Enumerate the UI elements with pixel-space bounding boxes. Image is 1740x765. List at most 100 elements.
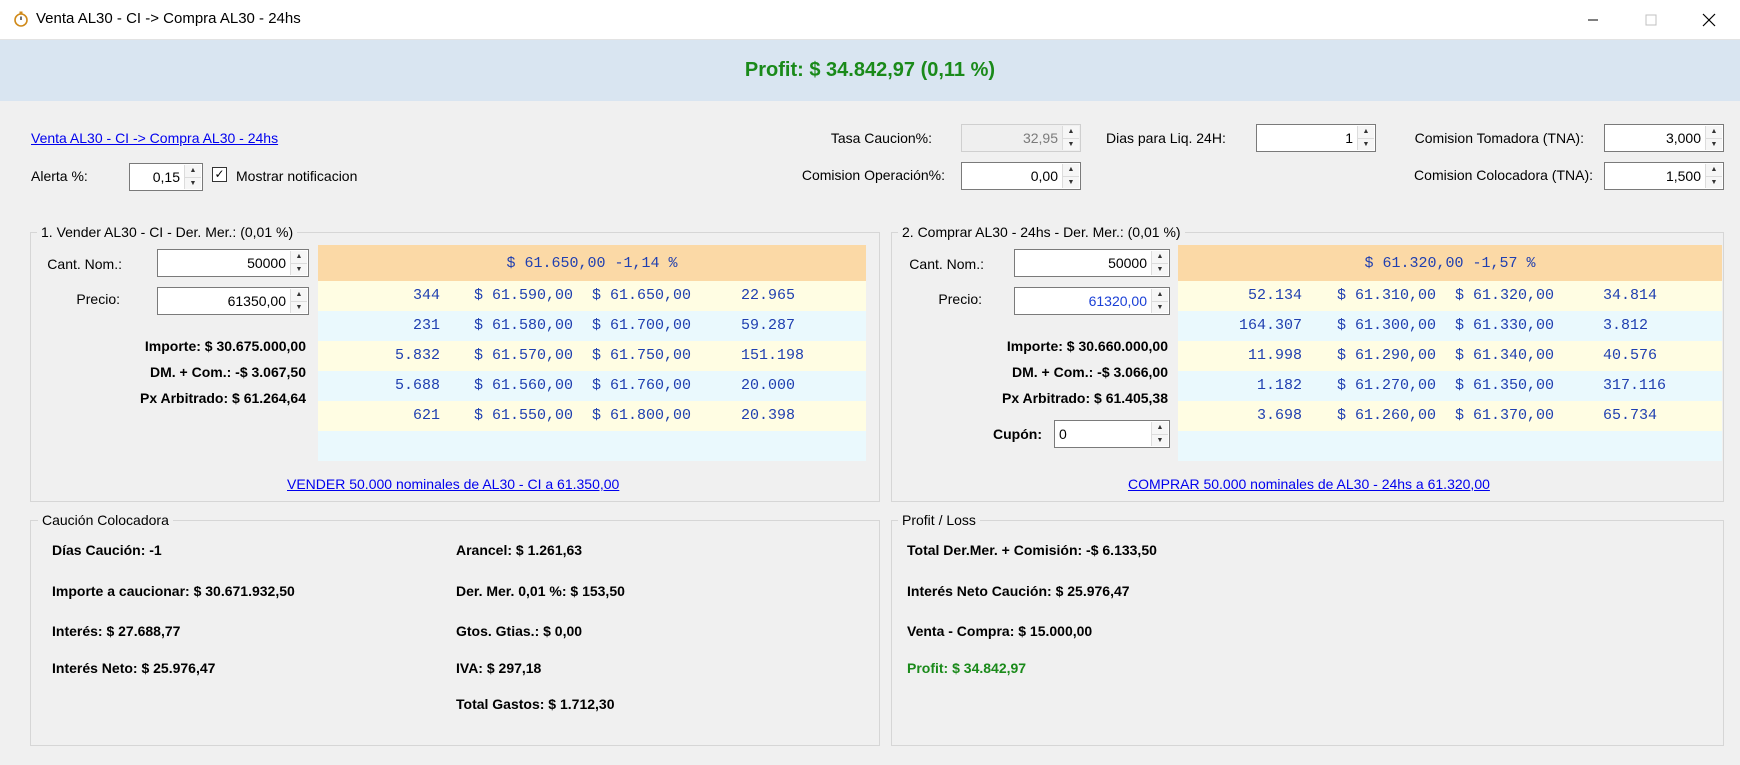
maximize-button[interactable] [1622, 0, 1680, 40]
sell-precio-label: Precio: [76, 291, 120, 307]
buy-cupon-input[interactable]: 0 ▲ ▼ [1054, 420, 1170, 448]
ask-price-cell: $ 61.800,00 [592, 407, 692, 424]
order-book-row: 5.832 $ 61.570,00 $ 61.750,00 151.198 [318, 341, 866, 371]
ask-price-cell: $ 61.370,00 [1455, 407, 1555, 424]
caucion-total-gastos: Total Gastos: $ 1.712,30 [456, 696, 615, 712]
spin-down-icon[interactable]: ▼ [291, 263, 307, 275]
ask-price-cell: $ 61.350,00 [1455, 377, 1555, 394]
ask-qty-cell: 151.198 [741, 347, 805, 364]
spin-down-icon[interactable]: ▼ [1152, 263, 1168, 275]
sell-cant-label: Cant. Nom.: [47, 256, 122, 272]
bid-qty-cell: 11.998 [1247, 347, 1302, 364]
buy-importe: Importe: $ 30.660.000,00 [1006, 338, 1168, 354]
buy-dm-com: DM. + Com.: -$ 3.066,00 [1011, 364, 1168, 380]
buy-group-title: 2. Comprar AL30 - 24hs - Der. Mer.: (0,0… [898, 224, 1185, 240]
close-button[interactable] [1680, 0, 1738, 40]
ask-price-cell: $ 61.700,00 [592, 317, 692, 334]
spin-up-icon[interactable]: ▲ [1152, 289, 1168, 302]
comision-tomadora-input[interactable]: 3,000 ▲ ▼ [1604, 124, 1724, 152]
caucion-importe: Importe a caucionar: $ 30.671.932,50 [52, 583, 295, 599]
sell-group-title: 1. Vender AL30 - CI - Der. Mer.: (0,01 %… [37, 224, 298, 240]
bid-price-cell: $ 61.260,00 [1337, 407, 1437, 424]
buy-cant-input[interactable]: 50000 ▲ ▼ [1014, 249, 1170, 277]
sell-dm-com: DM. + Com.: -$ 3.067,50 [149, 364, 306, 380]
spin-up-icon[interactable]: ▲ [1063, 164, 1079, 177]
ask-qty-cell: 59.287 [741, 317, 796, 334]
caucion-iva: IVA: $ 297,18 [456, 660, 542, 676]
bid-qty-cell: 52.134 [1247, 287, 1302, 304]
caucion-arancel: Arancel: $ 1.261,63 [456, 542, 583, 558]
caucion-interes: Interés: $ 27.688,77 [52, 623, 181, 639]
ask-price-cell: $ 61.340,00 [1455, 347, 1555, 364]
ask-price-cell: $ 61.760,00 [592, 377, 692, 394]
minimize-button[interactable] [1564, 0, 1622, 40]
bid-price-cell: $ 61.570,00 [474, 347, 574, 364]
order-book-row: 621 $ 61.550,00 $ 61.800,00 20.398 [318, 401, 866, 431]
order-book-row: 11.998 $ 61.290,00 $ 61.340,00 40.576 [1178, 341, 1722, 371]
spin-down-icon[interactable]: ▼ [185, 177, 201, 189]
spin-up-icon[interactable]: ▲ [291, 289, 307, 302]
window-title: Venta AL30 - CI -> Compra AL30 - 24hs [36, 10, 301, 27]
order-book-row: 164.307 $ 61.300,00 $ 61.330,00 3.812 [1178, 311, 1722, 341]
bid-price-cell: $ 61.550,00 [474, 407, 574, 424]
title-bar: Venta AL30 - CI -> Compra AL30 - 24hs [0, 0, 1740, 40]
comision-operacion-input[interactable]: 0,00 ▲ ▼ [961, 162, 1081, 190]
alerta-input[interactable]: 0,15 ▲ ▼ [129, 163, 203, 191]
bid-price-cell: $ 61.560,00 [474, 377, 574, 394]
bid-price-cell: $ 61.290,00 [1337, 347, 1437, 364]
close-icon [1702, 13, 1716, 27]
profit-banner: Profit: $ 34.842,97 (0,11 %) [0, 40, 1740, 101]
sell-precio-input[interactable]: 61350,00 ▲ ▼ [157, 287, 309, 315]
spin-down-icon[interactable]: ▼ [1358, 138, 1374, 150]
ask-qty-cell: 65.734 [1603, 407, 1658, 424]
sell-importe: Importe: $ 30.675.000,00 [144, 338, 306, 354]
spin-up-icon[interactable]: ▲ [1152, 251, 1168, 264]
sell-action-link[interactable]: VENDER 50.000 nominales de AL30 - CI a 6… [287, 476, 619, 492]
strategy-link[interactable]: Venta AL30 - CI -> Compra AL30 - 24hs [31, 130, 278, 146]
spin-up-icon: ▲ [1063, 126, 1079, 139]
spin-up-icon[interactable]: ▲ [1152, 422, 1168, 435]
spin-down-icon[interactable]: ▼ [1152, 301, 1168, 313]
spin-up-icon[interactable]: ▲ [291, 251, 307, 264]
ask-price-cell: $ 61.320,00 [1455, 287, 1555, 304]
spin-down-icon[interactable]: ▼ [1706, 176, 1722, 188]
buy-precio-label: Precio: [938, 291, 982, 307]
order-book-empty-row [318, 431, 866, 461]
buy-action-link[interactable]: COMPRAR 50.000 nominales de AL30 - 24hs … [1128, 476, 1490, 492]
ask-qty-cell: 40.576 [1603, 347, 1658, 364]
bid-qty-cell: 5.688 [394, 377, 440, 394]
caucion-interes-neto: Interés Neto: $ 25.976,47 [52, 660, 216, 676]
tasa-caucion-label: Tasa Caucion%: [830, 130, 932, 146]
spin-up-icon[interactable]: ▲ [1358, 126, 1374, 139]
buy-precio-input[interactable]: 61320,00 ▲ ▼ [1014, 287, 1170, 315]
ask-qty-cell: 20.398 [741, 407, 796, 424]
buy-book-header: $ 61.320,00 -1,57 % [1178, 245, 1722, 281]
spin-down-icon[interactable]: ▼ [1063, 176, 1079, 188]
spin-down-icon: ▼ [1063, 138, 1079, 150]
ask-qty-cell: 22.965 [741, 287, 796, 304]
ask-qty-cell: 20.000 [741, 377, 796, 394]
bid-qty-cell: 1.182 [1256, 377, 1302, 394]
order-book-row: 344 $ 61.590,00 $ 61.650,00 22.965 [318, 281, 866, 311]
order-book-row: 3.698 $ 61.260,00 $ 61.370,00 65.734 [1178, 401, 1722, 431]
pl-venta-compra: Venta - Compra: $ 15.000,00 [907, 623, 1093, 639]
buy-px-arbitrado: Px Arbitrado: $ 61.405,38 [1001, 390, 1168, 406]
sell-cant-input[interactable]: 50000 ▲ ▼ [157, 249, 309, 277]
buy-cant-label: Cant. Nom.: [909, 256, 984, 272]
bid-price-cell: $ 61.270,00 [1337, 377, 1437, 394]
spin-up-icon[interactable]: ▲ [185, 165, 201, 178]
spin-down-icon[interactable]: ▼ [1706, 138, 1722, 150]
comision-colocadora-input[interactable]: 1,500 ▲ ▼ [1604, 162, 1724, 190]
ask-qty-cell: 34.814 [1603, 287, 1658, 304]
tasa-caucion-input: 32,95 ▲ ▼ [961, 124, 1081, 152]
spin-down-icon[interactable]: ▼ [291, 301, 307, 313]
notification-checkbox[interactable]: ✓ [212, 167, 227, 182]
dias-liq-input[interactable]: 1 ▲ ▼ [1256, 124, 1376, 152]
buy-cupon-label: Cupón: [993, 426, 1042, 442]
stopwatch-icon [14, 11, 28, 27]
spin-up-icon[interactable]: ▲ [1706, 126, 1722, 139]
spin-down-icon[interactable]: ▼ [1152, 434, 1168, 446]
sell-px-arbitrado: Px Arbitrado: $ 61.264,64 [139, 390, 306, 406]
bid-price-cell: $ 61.310,00 [1337, 287, 1437, 304]
spin-up-icon[interactable]: ▲ [1706, 164, 1722, 177]
